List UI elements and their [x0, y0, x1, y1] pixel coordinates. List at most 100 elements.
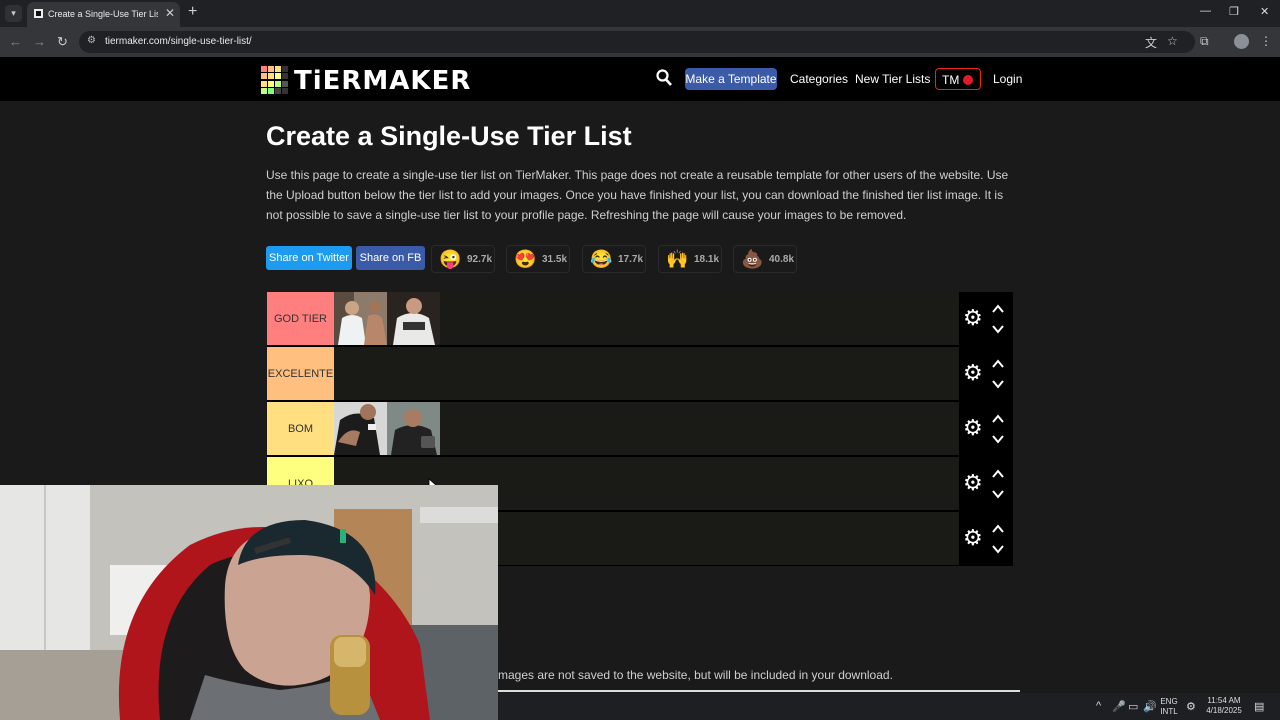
tier-image[interactable] — [387, 292, 440, 345]
new-tab-icon[interactable]: + — [188, 3, 197, 21]
reaction-laugh[interactable]: 😂 17.7k — [582, 245, 646, 273]
browser-toolbar: ← → ↻ ⚙ tiermaker.com/single-use-tier-li… — [0, 27, 1280, 57]
gear-icon[interactable]: ⚙ — [963, 306, 983, 330]
chevron-up-icon[interactable] — [991, 302, 1005, 316]
divider — [498, 690, 1020, 692]
wink-tongue-icon: 😜 — [439, 249, 462, 269]
raised-hands-icon: 🙌 — [666, 249, 689, 269]
tier-label[interactable]: BOM — [267, 402, 334, 455]
reaction-count: 92.7k — [467, 254, 493, 265]
bookmark-star-icon[interactable]: ☆ — [1167, 34, 1178, 48]
chevron-up-icon[interactable] — [991, 357, 1005, 371]
address-bar[interactable]: ⚙ tiermaker.com/single-use-tier-list/ 文 … — [79, 31, 1195, 53]
clock-time: 11:54 AM — [1207, 696, 1241, 705]
tier-items-dropzone[interactable] — [334, 402, 959, 455]
nav-login[interactable]: Login — [993, 72, 1022, 86]
extensions-icon[interactable]: ⧉ — [1200, 34, 1209, 49]
chevron-down-icon[interactable] — [991, 377, 1005, 391]
reaction-heart-eyes[interactable]: 😍 31.5k — [506, 245, 570, 273]
tier-label[interactable]: EXCELENTE — [267, 347, 334, 400]
gear-icon[interactable]: ⚙ — [963, 416, 983, 440]
clock[interactable]: 11:54 AM 4/18/2025 — [1200, 696, 1248, 716]
tier-row: EXCELENTE ⚙ — [267, 347, 1013, 400]
tab-search-dropdown-icon[interactable]: ▾ — [5, 5, 22, 22]
tier-items-dropzone[interactable] — [334, 292, 959, 345]
tab-title: Create a Single-Use Tier List (Pr — [48, 9, 158, 19]
profile-avatar[interactable] — [1234, 34, 1249, 49]
gear-icon[interactable]: ⚙ — [963, 471, 983, 495]
microphone-icon[interactable]: 🎤 — [1112, 700, 1126, 713]
search-icon[interactable] — [656, 69, 672, 87]
gear-icon[interactable]: ⚙ — [963, 361, 983, 385]
settings-icon[interactable]: ⚙ — [1186, 700, 1196, 713]
reaction-count: 18.1k — [694, 254, 720, 265]
forward-icon[interactable]: → — [33, 34, 46, 49]
heart-eyes-icon: 😍 — [514, 249, 537, 269]
reaction-poop[interactable]: 💩 40.8k — [733, 245, 797, 273]
volume-icon[interactable]: 🔊 — [1143, 700, 1157, 713]
chevron-down-icon[interactable] — [991, 487, 1005, 501]
share-twitter-button[interactable]: Share on Twitter — [266, 246, 352, 270]
tier-controls: ⚙ — [959, 292, 1013, 345]
browser-tab[interactable]: Create a Single-Use Tier List (Pr ✕ — [27, 2, 180, 27]
nav-categories[interactable]: Categories — [790, 72, 848, 86]
tier-controls: ⚙ — [959, 402, 1013, 455]
tab-close-icon[interactable]: ✕ — [165, 6, 175, 20]
tier-items-dropzone[interactable] — [334, 347, 959, 400]
menu-icon[interactable]: ⋮ — [1260, 34, 1272, 48]
language-indicator[interactable]: ENG INTL — [1158, 697, 1180, 717]
chevron-up-icon[interactable] — [991, 467, 1005, 481]
tier-controls: ⚙ — [959, 347, 1013, 400]
upload-note: mages are not saved to the website, but … — [498, 668, 893, 682]
live-dot-icon — [963, 75, 973, 85]
browser-tab-bar: ▾ Create a Single-Use Tier List (Pr ✕ + … — [0, 0, 1280, 27]
site-header: TiERMAKER Make a Template Categories New… — [0, 57, 1280, 101]
network-icon[interactable]: ▭ — [1128, 700, 1138, 713]
restore-icon[interactable]: ❐ — [1229, 5, 1239, 18]
reaction-count: 31.5k — [542, 254, 568, 265]
chevron-down-icon[interactable] — [991, 432, 1005, 446]
back-icon[interactable]: ← — [9, 34, 22, 49]
nav-new-tier-lists[interactable]: New Tier Lists — [855, 72, 930, 86]
share-fb-button[interactable]: Share on FB — [356, 246, 425, 270]
reaction-count: 40.8k — [769, 254, 795, 265]
tm-label: TM — [942, 73, 960, 87]
tier-label[interactable]: GOD TIER — [267, 292, 334, 345]
poop-icon: 💩 — [741, 249, 764, 269]
tm-live-button[interactable]: TM — [935, 68, 981, 90]
reaction-count: 17.7k — [618, 254, 644, 265]
notification-icon[interactable]: ▤ — [1254, 700, 1264, 713]
site-info-icon[interactable]: ⚙ — [87, 35, 96, 46]
tier-image[interactable] — [334, 292, 387, 345]
chevron-down-icon[interactable] — [991, 542, 1005, 556]
webcam-overlay — [0, 485, 498, 720]
favicon-icon — [34, 9, 43, 18]
tier-row: BOM ⚙ — [267, 402, 1013, 455]
tier-controls: ⚙ — [959, 512, 1013, 565]
reaction-raised-hands[interactable]: 🙌 18.1k — [658, 245, 722, 273]
window-close-icon[interactable]: ✕ — [1260, 5, 1269, 18]
gear-icon[interactable]: ⚙ — [963, 526, 983, 550]
tier-image[interactable] — [387, 402, 440, 455]
lang-bottom: INTL — [1160, 707, 1178, 716]
translate-icon[interactable]: 文 — [1145, 34, 1157, 51]
chevron-down-icon[interactable] — [991, 322, 1005, 336]
logo-text[interactable]: TiERMAKER — [294, 66, 471, 96]
chevron-up-icon[interactable] — [991, 412, 1005, 426]
tier-image[interactable] — [334, 402, 387, 455]
webcam-streamer-image — [0, 485, 498, 720]
make-template-button[interactable]: Make a Template — [685, 68, 777, 90]
lang-top: ENG — [1160, 697, 1178, 706]
intro-text: Use this page to create a single-use tie… — [266, 168, 1009, 222]
laugh-icon: 😂 — [590, 249, 613, 269]
tier-controls: ⚙ — [959, 457, 1013, 510]
tier-row: GOD TIER ⚙ — [267, 292, 1013, 345]
reaction-wink[interactable]: 😜 92.7k — [431, 245, 495, 273]
logo-grid-icon[interactable] — [261, 66, 289, 94]
minimize-icon[interactable]: — — [1200, 5, 1211, 17]
tray-chevron-up-icon[interactable]: ^ — [1096, 700, 1101, 712]
page-title: Create a Single-Use Tier List — [266, 121, 632, 151]
chevron-up-icon[interactable] — [991, 522, 1005, 536]
reload-icon[interactable]: ↻ — [57, 34, 68, 50]
url-text: tiermaker.com/single-use-tier-list/ — [105, 36, 252, 47]
